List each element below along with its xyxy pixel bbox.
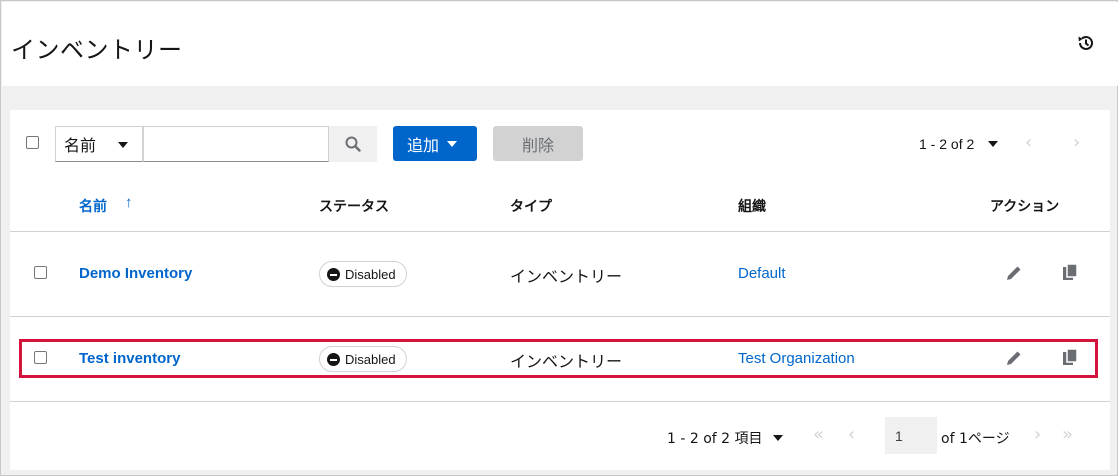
footer-prev-page-button[interactable]: ‹ [848, 424, 855, 445]
divider [10, 231, 1110, 232]
table-row: Test inventory Disabled インベントリー Test Org… [10, 331, 1110, 387]
inventory-type: インベントリー [510, 352, 623, 371]
organization-link[interactable]: Default [738, 265, 786, 282]
pagination-toggle[interactable]: 1 - 2 of 2 [919, 136, 999, 152]
search-button[interactable] [329, 126, 377, 162]
column-header-status: ステータス [319, 199, 389, 215]
divider [10, 401, 1110, 402]
pagination-count: 1 - 2 of 2 [919, 136, 975, 152]
row-checkbox[interactable] [34, 351, 47, 364]
status-label: Disabled [345, 351, 396, 367]
inventory-name-link[interactable]: Demo Inventory [79, 265, 192, 282]
select-all-checkbox[interactable] [26, 136, 39, 149]
disabled-icon [327, 267, 340, 281]
history-icon[interactable] [1076, 33, 1096, 53]
inventory-name-link[interactable]: Test inventory [79, 350, 180, 367]
chevron-down-icon [118, 142, 128, 148]
next-page-button[interactable]: › [1073, 132, 1080, 153]
inventory-type: インベントリー [510, 267, 623, 286]
add-button[interactable]: 追加 [393, 126, 477, 161]
column-header-organization: 組織 [738, 199, 766, 215]
app-frame: インベントリー 名前 追加 削除 1 - 2 of 2 ‹ › 名前 ↑ ステー… [0, 0, 1118, 476]
column-header-name[interactable]: 名前 [79, 196, 107, 216]
filter-field-select[interactable]: 名前 [55, 126, 143, 162]
total-pages: of 1ページ [941, 431, 1010, 447]
chevron-down-icon [447, 140, 458, 147]
search-icon [345, 136, 361, 152]
table-row: Demo Inventory Disabled インベントリー Default [10, 246, 1110, 302]
edit-pencil-icon[interactable] [1005, 264, 1023, 282]
prev-page-button[interactable]: ‹ [1025, 132, 1032, 153]
copy-icon[interactable] [1061, 263, 1079, 281]
sort-ascending-icon[interactable]: ↑ [125, 194, 133, 211]
filter-field-label: 名前 [64, 136, 97, 155]
first-page-button[interactable]: « [813, 424, 824, 445]
status-badge: Disabled [319, 261, 407, 287]
organization-link[interactable]: Test Organization [738, 350, 855, 367]
footer-next-page-button[interactable]: › [1034, 424, 1041, 445]
chevron-down-icon [988, 141, 999, 147]
footer-pagination-toggle[interactable]: 1 - 2 of 2 項目 [667, 428, 783, 448]
inventory-list-card: 名前 追加 削除 1 - 2 of 2 ‹ › 名前 ↑ ステータス タイプ 組… [10, 110, 1110, 470]
delete-button[interactable]: 削除 [493, 126, 583, 161]
search-input[interactable] [143, 126, 329, 162]
row-checkbox[interactable] [34, 266, 47, 279]
page-header: インベントリー [2, 2, 1118, 86]
page-title: インベントリー [11, 36, 183, 64]
divider [10, 316, 1110, 317]
toolbar: 名前 追加 削除 1 - 2 of 2 ‹ › [10, 110, 1110, 180]
column-header-actions: アクション [990, 199, 1060, 215]
edit-pencil-icon[interactable] [1005, 349, 1023, 367]
footer-item-count: 1 - 2 of 2 項目 [667, 431, 763, 447]
disabled-icon [327, 352, 340, 366]
copy-icon[interactable] [1061, 348, 1079, 366]
status-badge: Disabled [319, 346, 407, 372]
last-page-button[interactable]: » [1062, 424, 1073, 445]
add-button-label: 追加 [407, 135, 440, 155]
chevron-down-icon [772, 435, 783, 441]
page-number-input[interactable] [885, 417, 937, 454]
column-header-type: タイプ [510, 199, 552, 215]
status-label: Disabled [345, 266, 396, 282]
